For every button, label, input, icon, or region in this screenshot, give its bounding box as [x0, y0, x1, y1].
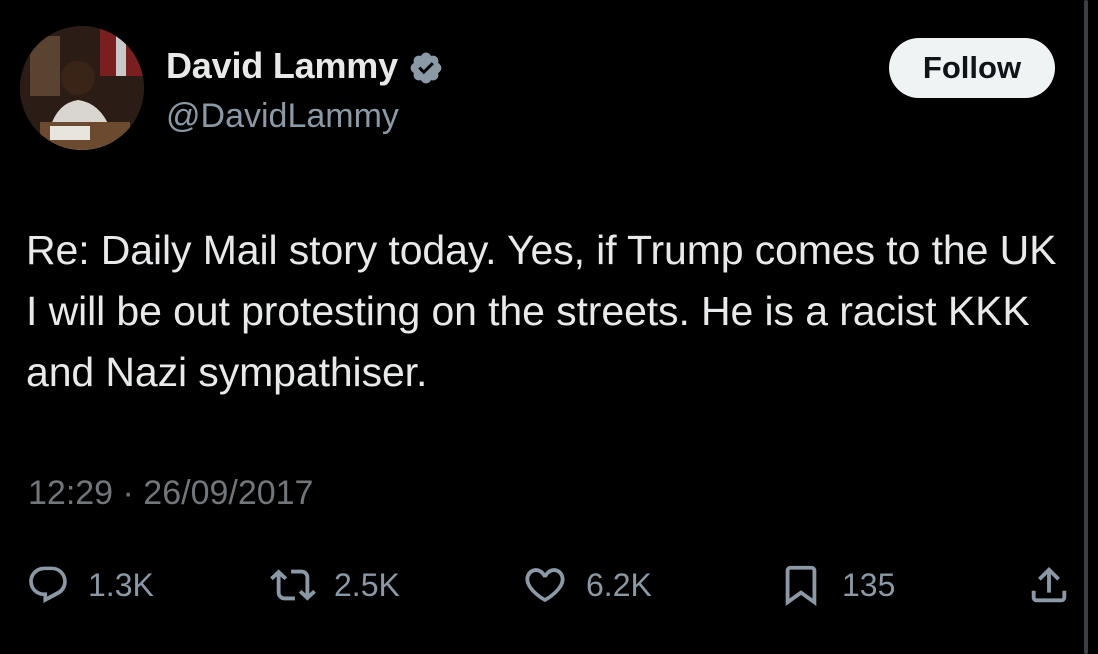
bookmark-button[interactable]: 135	[778, 555, 895, 615]
action-bar: 1.3K 2.5K 6.2K 135	[26, 555, 1076, 615]
share-button[interactable]	[1026, 555, 1072, 615]
reply-button[interactable]: 1.3K	[26, 555, 154, 615]
tweet-text: Re: Daily Mail story today. Yes, if Trum…	[26, 227, 1057, 395]
repost-count: 2.5K	[334, 566, 400, 603]
author-block: David Lammy @DavidLammy	[166, 42, 444, 138]
tweet-timestamp[interactable]: 12:29 · 26/09/2017	[28, 470, 313, 516]
handle[interactable]: @DavidLammy	[166, 94, 444, 138]
repost-icon	[270, 562, 316, 608]
heart-icon	[522, 562, 568, 608]
share-icon	[1026, 562, 1072, 608]
tweet-card: David Lammy @DavidLammy Follow Re: Daily…	[0, 0, 1098, 654]
like-button[interactable]: 6.2K	[522, 555, 652, 615]
verified-badge-icon	[408, 50, 444, 86]
avatar[interactable]	[20, 26, 144, 150]
bookmark-icon	[778, 562, 824, 608]
follow-button[interactable]: Follow	[889, 38, 1055, 98]
repost-button[interactable]: 2.5K	[270, 555, 400, 615]
reply-icon	[26, 563, 70, 607]
avatar-image	[20, 26, 144, 150]
reply-count: 1.3K	[88, 566, 154, 603]
display-name[interactable]: David Lammy	[166, 42, 398, 90]
scrollbar[interactable]	[1084, 0, 1088, 654]
like-count: 6.2K	[586, 566, 652, 603]
name-row: David Lammy	[166, 42, 444, 90]
bookmark-count: 135	[842, 566, 896, 603]
